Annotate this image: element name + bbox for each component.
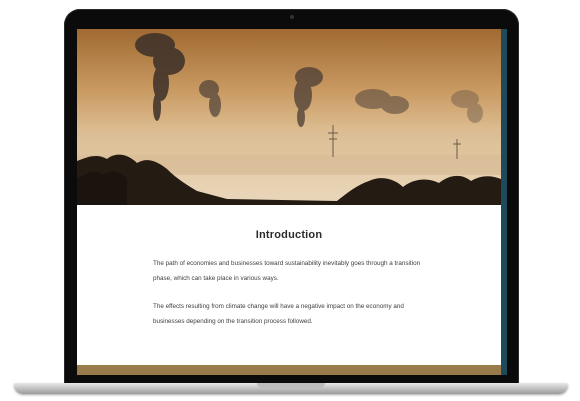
laptop-screen: Introduction The path of economies and b…	[77, 29, 507, 375]
article-title: Introduction	[255, 229, 323, 241]
article-content: Introduction The path of economies and b…	[77, 205, 501, 365]
hero-image-industrial-smoke	[77, 29, 501, 205]
screen-edge-strip	[501, 29, 507, 375]
camera-dot	[290, 15, 294, 19]
laptop-notch	[257, 383, 325, 388]
accent-band	[77, 365, 501, 375]
laptop-frame: Introduction The path of economies and b…	[64, 9, 519, 385]
article-paragraph-2: The effects resulting from climate chang…	[153, 303, 404, 325]
article-paragraph-1: The path of economies and businesses tow…	[153, 260, 421, 282]
